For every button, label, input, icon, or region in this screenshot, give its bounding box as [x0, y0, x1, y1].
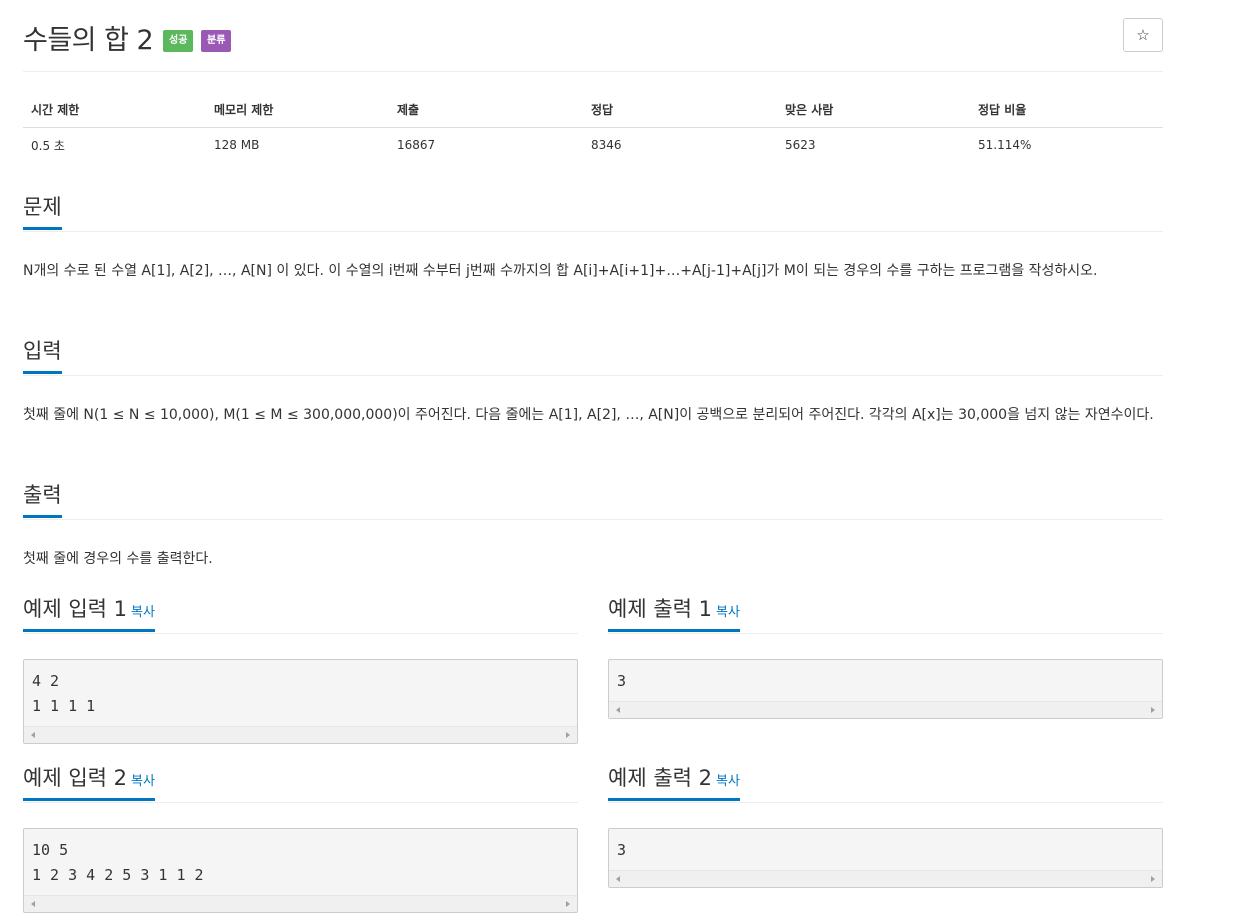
problem-description: N개의 수로 된 수열 A[1], A[2], …, A[N] 이 있다. 이 … [23, 263, 1098, 279]
scroll-left-icon[interactable] [616, 707, 620, 713]
sample-input-2-title: 예제 입력 2 [23, 766, 127, 790]
accept-ratio-header: 정답 비율 [970, 93, 1163, 128]
copy-sample-output-2-button[interactable]: 복사 [716, 774, 740, 789]
table-row: 0.5 초 128 MB 16867 8346 5623 51.114% [23, 127, 1163, 164]
star-icon: ☆ [1136, 26, 1150, 44]
scroll-right-icon[interactable] [566, 901, 570, 907]
scroll-right-icon[interactable] [1151, 876, 1155, 882]
sample-input-1-title: 예제 입력 1 [23, 597, 127, 621]
sample-input-1-title-wrap: 예제 입력 1 복사 [23, 594, 155, 632]
output-section-title: 출력 [23, 480, 62, 518]
copy-sample-output-1-button[interactable]: 복사 [716, 605, 740, 620]
sample-output-1-title-wrap: 예제 출력 1 복사 [608, 594, 740, 632]
problem-page: 수들의 합 2 성공 분류 ☆ 시간 제한 메모리 제한 제출 정답 맞은 사람… [23, 0, 1163, 913]
scroll-right-icon[interactable] [1151, 707, 1155, 713]
solvers-header: 맞은 사람 [777, 93, 970, 128]
sample-output-2-header: 예제 출력 2 복사 [608, 763, 1163, 803]
copy-sample-input-1-button[interactable]: 복사 [131, 605, 155, 620]
output-section-header: 출력 [23, 480, 1163, 520]
scroll-left-icon[interactable] [31, 732, 35, 738]
input-section-title: 입력 [23, 336, 62, 374]
problem-title: 수들의 합 2 [23, 25, 154, 56]
problem-section-title: 문제 [23, 192, 62, 230]
memory-limit-value: 128 MB [206, 127, 389, 164]
sample-output-1-header: 예제 출력 1 복사 [608, 594, 1163, 634]
horizontal-scrollbar[interactable] [24, 895, 577, 912]
time-limit-header: 시간 제한 [23, 93, 206, 128]
scroll-right-icon[interactable] [566, 732, 570, 738]
sample-input-2-header: 예제 입력 2 복사 [23, 763, 578, 803]
table-header-row: 시간 제한 메모리 제한 제출 정답 맞은 사람 정답 비율 [23, 93, 1163, 128]
sample-output-1-content: 3 [617, 672, 627, 690]
time-limit-value: 0.5 초 [23, 127, 206, 164]
horizontal-scrollbar[interactable] [609, 870, 1162, 887]
accept-ratio-value: 51.114% [970, 127, 1163, 164]
sample-input-2-box[interactable]: 10 5 1 2 3 4 2 5 3 1 1 2 [23, 828, 578, 913]
sample-output-2-title-wrap: 예제 출력 2 복사 [608, 763, 740, 801]
horizontal-scrollbar[interactable] [24, 726, 577, 743]
success-badge: 성공 [163, 30, 194, 52]
problem-info-table: 시간 제한 메모리 제한 제출 정답 맞은 사람 정답 비율 0.5 초 128… [23, 93, 1163, 164]
input-section-header: 입력 [23, 336, 1163, 376]
sample-output-1-box[interactable]: 3 [608, 659, 1163, 719]
favorite-star-button[interactable]: ☆ [1123, 18, 1163, 52]
sample-output-2-box[interactable]: 3 [608, 828, 1163, 888]
sample-input-1-content: 4 2 1 1 1 1 [32, 672, 96, 715]
sample-input-1-header: 예제 입력 1 복사 [23, 594, 578, 634]
problem-section-header: 문제 [23, 192, 1163, 232]
scroll-left-icon[interactable] [31, 901, 35, 907]
memory-limit-header: 메모리 제한 [206, 93, 389, 128]
problem-header: 수들의 합 2 성공 분류 ☆ [23, 0, 1163, 72]
copy-sample-input-2-button[interactable]: 복사 [131, 774, 155, 789]
accepted-value: 8346 [583, 127, 777, 164]
input-description: 첫째 줄에 N(1 ≤ N ≤ 10,000), M(1 ≤ M ≤ 300,0… [23, 407, 1154, 423]
scroll-left-icon[interactable] [616, 876, 620, 882]
sample-input-2-title-wrap: 예제 입력 2 복사 [23, 763, 155, 801]
sample-output-2-content: 3 [617, 841, 627, 859]
sample-input-2-content: 10 5 1 2 3 4 2 5 3 1 1 2 [32, 841, 204, 884]
submissions-value: 16867 [389, 127, 583, 164]
sample-output-2-title: 예제 출력 2 [608, 766, 712, 790]
category-badge[interactable]: 분류 [201, 30, 232, 52]
solvers-value: 5623 [777, 127, 970, 164]
accepted-header: 정답 [583, 93, 777, 128]
output-description: 첫째 줄에 경우의 수를 출력한다. [23, 551, 213, 567]
sample-output-1-title: 예제 출력 1 [608, 597, 712, 621]
sample-input-1-box[interactable]: 4 2 1 1 1 1 [23, 659, 578, 744]
horizontal-scrollbar[interactable] [609, 701, 1162, 718]
submissions-header: 제출 [389, 93, 583, 128]
